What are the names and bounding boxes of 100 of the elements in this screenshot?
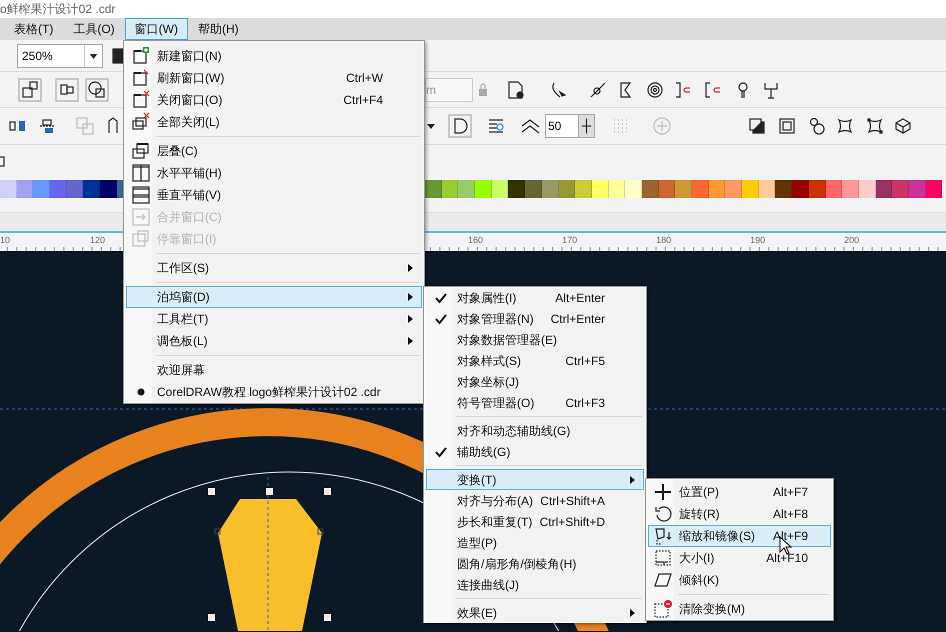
menu-item[interactable]: 调色板(L) [126,330,422,352]
menu-item[interactable]: 位置(P) Alt+F7 [648,481,831,503]
color-swatch[interactable] [83,180,100,198]
bracket-magnet-icon[interactable] [673,80,693,100]
color-swatch[interactable] [808,180,826,198]
color-swatch[interactable] [50,180,67,198]
menu-item[interactable]: 辅助线(G) [426,441,644,462]
color-swatch[interactable] [575,180,592,198]
circle-square-icon[interactable] [85,78,109,102]
color-swatch[interactable] [658,180,676,198]
pucker-shape-icon[interactable] [835,116,855,136]
color-swatch[interactable] [842,180,859,198]
menu-item[interactable]: 清除变换(M) [648,598,831,620]
menu-item[interactable]: 效果(E) [426,602,644,623]
color-swatch[interactable] [775,180,792,198]
menu-item[interactable]: 新建窗口(N) [126,45,422,67]
menu-item[interactable]: 大小(I) Alt+F10 [648,547,831,569]
color-swatch[interactable] [458,180,476,198]
menu-item[interactable]: 连接曲线(J) [426,574,644,595]
size-icon [653,548,673,568]
menu-item[interactable]: 关闭窗口(O) Ctrl+F4 [126,89,422,111]
menu-item[interactable]: 工具栏(T) [126,308,422,330]
menu-item[interactable]: 圆角/扇形角/倒棱角(H) [426,553,644,574]
zoom-dropdown[interactable]: 250% [17,44,103,68]
menu-item[interactable]: 对象管理器(N) Ctrl+Enter [426,308,644,329]
bracket-magnet-icon[interactable] [703,80,723,100]
color-swatch[interactable] [16,180,34,198]
color-swatch[interactable] [708,180,726,198]
menu-item[interactable]: 变换(T) [426,469,644,490]
envelope-shape-icon[interactable] [865,116,885,136]
color-swatch[interactable] [858,180,876,198]
menu-item[interactable]: 倾斜(K) [648,569,831,591]
color-swatch[interactable] [33,180,50,198]
menu-item[interactable]: 缩放和镜像(S) Alt+F9 [648,525,831,547]
color-swatch[interactable] [608,180,626,198]
color-swatch[interactable] [592,180,609,198]
d-shape-icon[interactable] [448,114,472,138]
menu-bar-item[interactable]: 工具(O) [63,18,125,40]
menu-item[interactable]: 旋转(R) Alt+F8 [648,503,831,525]
cascade-icon [131,141,151,161]
color-swatch[interactable] [425,180,442,198]
cube-icon[interactable] [893,116,913,136]
color-swatch[interactable] [675,180,692,198]
nested-squares-icon[interactable] [777,116,797,136]
color-swatch[interactable] [492,180,508,198]
color-swatch[interactable] [892,180,909,198]
combine-icon [75,116,95,136]
menu-bar-item[interactable]: 表格(T) [4,18,64,40]
color-swatch[interactable] [625,180,642,198]
smoothing-field[interactable]: 50 [545,114,595,138]
menu-bar-item[interactable]: 帮助(H) [188,18,249,40]
color-swatch[interactable] [758,180,776,198]
menu-item[interactable]: 对象数据管理器(E) [426,329,644,350]
color-swatch[interactable] [442,180,458,198]
menu-item[interactable]: 对象属性(I) Alt+Enter [426,287,644,308]
shadow-square-icon[interactable] [747,116,767,136]
menu-item[interactable]: 垂直平铺(V) [126,184,422,206]
color-swatch[interactable] [558,180,576,198]
menu-item[interactable]: CorelDRAW教程 logo鲜榨果汁设计02 .cdr [126,381,422,403]
selection-handles[interactable] [208,488,331,621]
menu-item[interactable]: 对象样式(S) Ctrl+F5 [426,350,644,371]
menu-item[interactable]: 泊坞窗(D) [126,286,422,308]
overlap-squares-icon[interactable] [18,78,42,102]
ruler-label: 180 [656,236,672,244]
color-swatch[interactable] [792,180,809,198]
menu-item[interactable]: 步长和重复(T) Ctrl+Shift+D [426,511,644,532]
color-swatch[interactable] [826,180,842,198]
menu-item[interactable]: 水平平铺(H) [126,162,422,184]
color-swatch[interactable] [542,180,558,198]
refresh-window-icon [131,68,151,88]
menu-bar-item[interactable]: 窗口(W) [124,18,188,40]
menu-item[interactable]: 层叠(C) [126,140,422,162]
color-swatch[interactable] [742,180,759,198]
color-swatch[interactable] [100,180,117,198]
pen-icon[interactable] [106,116,120,136]
color-swatch[interactable] [525,180,542,198]
menu-item[interactable]: 欢迎屏幕 [126,359,422,381]
window-title: o鲜榨果汁设计02 .cdr [0,3,116,15]
color-swatch[interactable] [475,180,492,198]
menu-item[interactable]: 造型(P) [426,532,644,553]
color-swatch[interactable] [0,180,17,198]
color-swatch[interactable] [725,180,742,198]
menu-item[interactable]: 工作区(S) [126,257,422,279]
color-swatch[interactable] [692,180,709,198]
menu-item[interactable]: 对象坐标(J) [426,371,644,392]
color-swatch[interactable] [908,180,926,198]
pen-nib-icon[interactable] [588,80,608,100]
color-swatch[interactable] [66,180,84,198]
menu-item[interactable]: 刷新窗口(W) Ctrl+W [126,67,422,89]
color-swatch[interactable] [642,180,659,198]
color-swatch[interactable] [508,180,526,198]
menu-item[interactable]: 对齐和动态辅助线(G) [426,420,644,441]
dock-window-icon [131,229,151,249]
side-squares-icon[interactable] [55,78,79,102]
menu-item[interactable]: 全部关闭(L) [126,111,422,133]
color-swatch[interactable] [926,180,942,198]
menu-item[interactable]: 符号管理器(O) Ctrl+F3 [426,392,644,413]
menu-item[interactable]: 对齐与分布(A) Ctrl+Shift+A [426,490,644,511]
color-swatch[interactable] [876,180,892,198]
circles-icon[interactable] [807,116,827,136]
